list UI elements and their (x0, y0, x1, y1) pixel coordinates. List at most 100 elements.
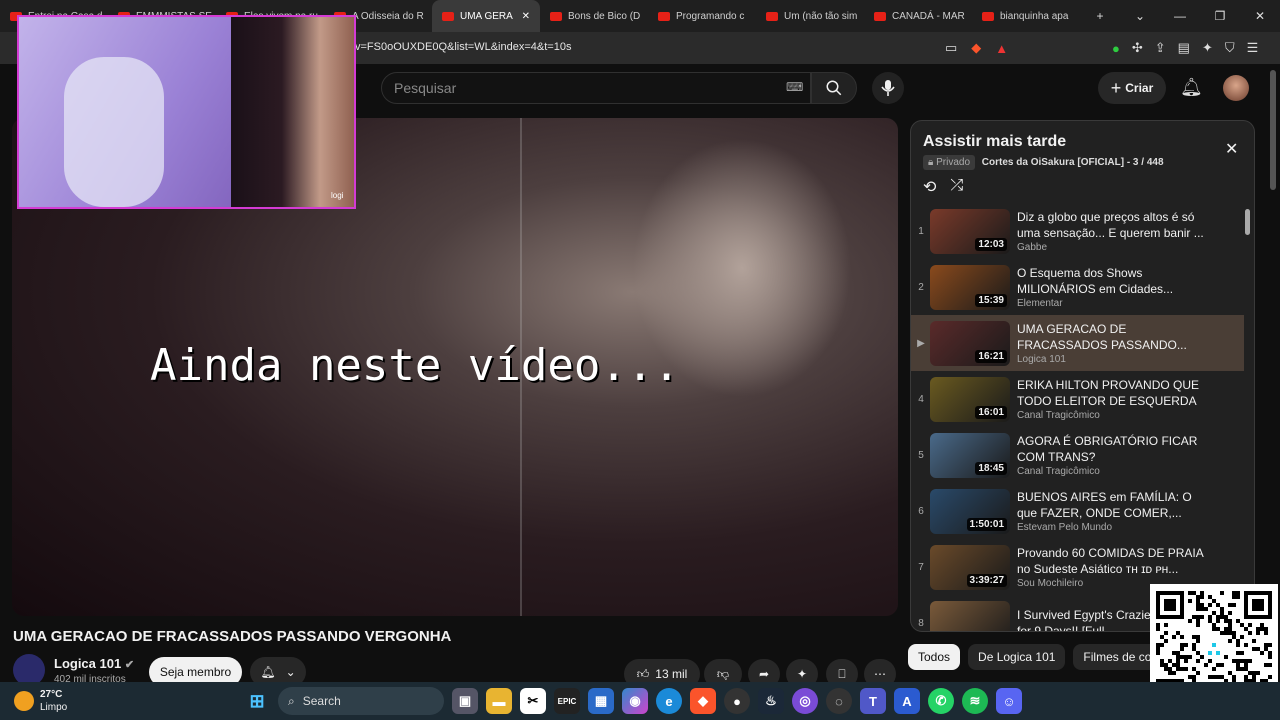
playlist-item[interactable]: ▶ 16:21 UMA GERACAO DE FRACASSADOS PASSAND… (911, 315, 1244, 371)
playlist-item-title: BUENOS AIRES em FAMÍLIA: O que FAZER, ON… (1017, 490, 1192, 520)
verified-icon: ✔ (124, 659, 135, 671)
playlist-items: 1 12:03 Diz a globo que preços altos é só … (911, 203, 1244, 631)
browser-tab[interactable]: Bons de Bico (D (540, 0, 648, 32)
weather-temp: 27°C (40, 689, 63, 700)
playlist-item-duration: 16:21 (975, 349, 1007, 363)
extensions-icon[interactable]: ✣ (1132, 40, 1143, 56)
playlist-scrollbar[interactable] (1245, 209, 1250, 235)
browser-tab[interactable]: bianquinha apa (972, 0, 1080, 32)
search-input[interactable]: Pesquisar (381, 72, 811, 104)
share-icon[interactable]: ⇪ (1155, 40, 1166, 56)
keyboard-icon[interactable]: ⌨ (786, 80, 803, 94)
obs-icon[interactable]: ◎ (792, 688, 818, 714)
file-explorer-icon[interactable]: ▬ (486, 688, 512, 714)
extension-green-icon[interactable]: ● (1112, 40, 1120, 56)
account-avatar[interactable] (1223, 75, 1249, 101)
browser-tab[interactable]: CANADÁ - MAR (864, 0, 972, 32)
menu-icon[interactable]: ☰ (1247, 40, 1259, 56)
search-icon (826, 80, 842, 96)
browser-tab[interactable]: Programando c (648, 0, 756, 32)
chair-shape (64, 57, 164, 207)
playlist-panel: Assistir mais tarde ✕ 🔒︎ Privado Cortes … (910, 120, 1255, 632)
task-view-icon[interactable]: ▣ (452, 688, 478, 714)
page-scrollbar[interactable] (1270, 70, 1276, 190)
spotify-icon[interactable]: ≋ (962, 688, 988, 714)
vpn-icon[interactable]: ⛉ (1225, 40, 1235, 56)
microphone-icon (881, 80, 895, 96)
person-shape (231, 17, 354, 207)
tab-label: CANADÁ - MAR (892, 10, 965, 22)
github-desktop-icon[interactable]: ● (724, 688, 750, 714)
playlist-item-index: 6 (918, 505, 924, 517)
steam-icon[interactable]: ♨ (758, 688, 784, 714)
youtube-favicon-icon (442, 11, 454, 21)
video-title: UMA GERACAO DE FRACASSADOS PASSANDO VERG… (13, 628, 452, 645)
tab-label: A Odisseia do R (352, 10, 424, 22)
privacy-label: Privado (936, 157, 971, 168)
maximize-button[interactable]: ❐ (1200, 0, 1240, 32)
leo-ai-icon[interactable]: ✦ (1202, 40, 1213, 56)
playlist-item-thumbnail: 16:01 (930, 376, 1010, 422)
lock-icon: 🔒︎ Privado (923, 155, 976, 170)
webcam-overlay: logi (17, 15, 356, 209)
edge-icon[interactable]: e (656, 688, 682, 714)
weather-desc: Limpo (40, 702, 68, 713)
playlist-item-duration: 3:39:27 (966, 573, 1007, 587)
tab-label: Um (não tão sim (784, 10, 858, 22)
epic-games-icon[interactable]: EPIC (554, 688, 580, 714)
brave-shield-icon[interactable]: ◆ (971, 40, 981, 56)
playlist-item-thumbnail: 12:03 (930, 208, 1010, 254)
playlist-item-thumbnail: 16:21 (930, 320, 1010, 366)
url-field[interactable]: v=FS0oOUXDE0Q&list=WL&index=4&t=10s (355, 41, 571, 53)
filter-chip[interactable]: Todos (908, 644, 961, 670)
cast-icon[interactable]: ▭ (945, 40, 957, 56)
search-button[interactable] (811, 72, 857, 104)
playlist-item-title: O Esquema dos Shows MILIONÁRIOS em Cidad… (1017, 266, 1174, 296)
tab-search-icon[interactable]: ⌄ (1120, 0, 1160, 32)
microsoft-store-icon[interactable]: ▦ (588, 688, 614, 714)
new-tab-button[interactable]: + (1080, 0, 1120, 32)
playlist-item[interactable]: 5 18:45 AGORA É OBRIGATÓRIO FICAR COM TRAN… (911, 427, 1244, 483)
playlist-item-channel: Logica 101 (1017, 354, 1066, 365)
playlist-item-index: 4 (918, 393, 924, 405)
create-button[interactable]: + Criar (1098, 72, 1166, 104)
teams-icon[interactable]: T (860, 688, 886, 714)
app-circle-icon[interactable]: ◌ (826, 688, 852, 714)
close-window-button[interactable]: ✕ (1240, 0, 1280, 32)
azure-icon[interactable]: A (894, 688, 920, 714)
copilot-icon[interactable]: ◉ (622, 688, 648, 714)
close-tab-icon[interactable]: ✕ (522, 11, 530, 22)
taskbar-search[interactable]: ⌕ Search (278, 687, 444, 715)
close-playlist-button[interactable]: ✕ (1225, 139, 1238, 159)
sidebar-icon[interactable]: ▤ (1178, 40, 1190, 56)
filter-chip[interactable]: De Logica 101 (968, 644, 1066, 670)
browser-tab[interactable]: UMA GERA ✕ (432, 0, 540, 32)
browser-tab[interactable]: Um (não tão sim (756, 0, 864, 32)
brave-icon[interactable]: ◆ (690, 688, 716, 714)
whatsapp-icon[interactable]: ✆ (928, 688, 954, 714)
minimize-button[interactable]: — (1160, 0, 1200, 32)
channel-name[interactable]: Logica 101 ✔ (54, 656, 134, 671)
shuffle-icon[interactable]: ⤮ (950, 177, 963, 197)
playlist-item-title: Diz a globo que preços altos é só uma se… (1017, 210, 1204, 240)
loop-icon[interactable]: ⟲ (923, 177, 936, 197)
playlist-item[interactable]: 2 15:39 O Esquema dos Shows MILIONÁRIOS em… (911, 259, 1244, 315)
voice-search-button[interactable] (872, 72, 904, 104)
taskbar: 27°C Limpo ⊞ ⌕ Search ▣ ▬ ✂ EPIC ▦ ◉ e ◆ … (0, 682, 1280, 720)
start-windows-icon[interactable]: ⊞ (244, 688, 270, 714)
related-filter-chips: Todos De Logica 101 Filmes de com (908, 644, 1172, 670)
plus-icon: + (1110, 77, 1122, 98)
playlist-item[interactable]: 6 1:50:01 BUENOS AIRES em FAMÍLIA: O que F… (911, 483, 1244, 539)
playlist-item[interactable]: 4 16:01 ERIKA HILTON PROVANDO QUE TODO ELE… (911, 371, 1244, 427)
playlist-item-thumbnail (930, 600, 1010, 631)
capcut-icon[interactable]: ✂ (520, 688, 546, 714)
brave-rewards-icon[interactable]: ▲ (995, 40, 1008, 56)
playlist-item[interactable]: 1 12:03 Diz a globo que preços altos é só … (911, 203, 1244, 259)
youtube-favicon-icon (982, 11, 994, 21)
share-arrow-icon: ➦ (758, 667, 770, 681)
discord-icon[interactable]: ☺ (996, 688, 1022, 714)
notifications-bell-icon[interactable]: 🔔︎ (1180, 77, 1203, 98)
playlist-item-index: 2 (918, 281, 924, 293)
playlist-item-thumbnail: 1:50:01 (930, 488, 1010, 534)
weather-icon[interactable] (14, 691, 34, 711)
